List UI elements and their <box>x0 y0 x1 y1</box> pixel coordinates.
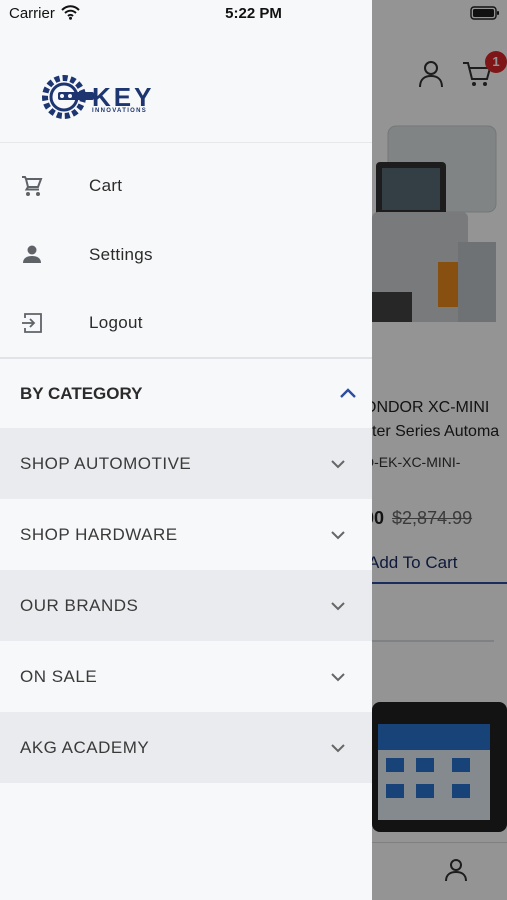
person-icon <box>23 245 41 263</box>
cart-icon <box>22 176 43 196</box>
chevron-down-icon <box>331 673 345 682</box>
category-item-on-sale[interactable]: ON SALE <box>0 641 372 712</box>
category-item-label: SHOP AUTOMOTIVE <box>20 454 192 473</box>
category-item-label: OUR BRANDS <box>20 596 139 615</box>
logo-subtext: INNOVATIONS <box>92 108 148 114</box>
status-time: 5:22 PM <box>225 5 282 22</box>
category-header-label: BY CATEGORY <box>20 384 143 403</box>
chevron-down-icon <box>331 460 345 469</box>
chevron-down-icon <box>331 744 345 753</box>
category-header[interactable]: BY CATEGORY <box>0 359 372 428</box>
divider <box>0 142 372 143</box>
category-item-label: SHOP HARDWARE <box>20 525 178 544</box>
chevron-down-icon <box>331 531 345 540</box>
category-item-our-brands[interactable]: OUR BRANDS <box>0 570 372 641</box>
category-item-label: ON SALE <box>20 667 98 686</box>
menu-item-settings[interactable]: Settings <box>0 221 372 289</box>
logout-icon <box>22 313 42 333</box>
menu-item-label: Logout <box>89 313 143 332</box>
category-item-shop-hardware[interactable]: SHOP HARDWARE <box>0 499 372 570</box>
category-item-shop-automotive[interactable]: SHOP AUTOMOTIVE <box>0 428 372 499</box>
navigation-drawer: KEY INNOVATIONS Cart Settings Logout BY … <box>0 0 372 900</box>
category-item-akg-academy[interactable]: AKG ACADEMY <box>0 712 372 783</box>
menu-item-label: Settings <box>89 245 153 264</box>
status-bar: Carrier 5:22 PM <box>0 0 507 28</box>
chevron-down-icon <box>331 602 345 611</box>
battery-icon <box>470 6 499 20</box>
menu-item-label: Cart <box>89 176 123 195</box>
category-item-label: AKG ACADEMY <box>20 738 150 757</box>
menu-item-logout[interactable]: Logout <box>0 289 372 357</box>
menu-item-cart[interactable]: Cart <box>0 152 372 220</box>
chevron-up-icon <box>340 388 356 398</box>
